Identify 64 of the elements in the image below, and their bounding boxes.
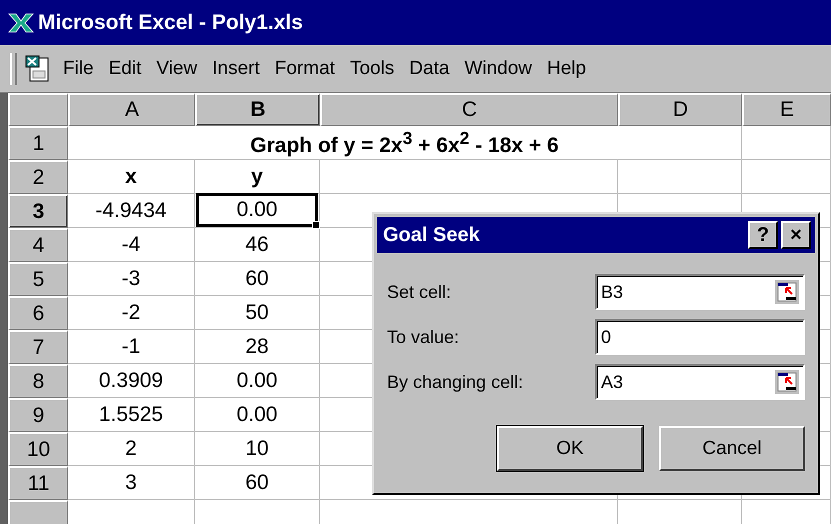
- column-header[interactable]: D: [618, 93, 742, 126]
- menu-item[interactable]: View: [156, 58, 198, 80]
- select-all-button[interactable]: [8, 93, 68, 126]
- table-cell: -4.9434: [95, 198, 167, 222]
- table-cell: 10: [245, 436, 269, 460]
- menu-item[interactable]: Window: [464, 58, 532, 80]
- toolbar-grip[interactable]: [10, 52, 17, 84]
- dialog-button[interactable]: OK: [497, 426, 643, 471]
- dialog-button[interactable]: Cancel: [659, 426, 805, 471]
- dialog-title: Goal Seek: [383, 224, 481, 246]
- table-cell: 0.3909: [98, 368, 164, 392]
- collapse-dialog-icon[interactable]: [775, 280, 799, 304]
- field-label: Set cell:: [387, 282, 452, 302]
- menu-item[interactable]: Insert: [212, 58, 260, 80]
- table-cell: -4: [122, 232, 140, 256]
- row-header[interactable]: 1: [8, 126, 68, 160]
- collapse-dialog-icon[interactable]: [775, 370, 799, 394]
- menu-item[interactable]: Help: [547, 58, 586, 80]
- close-button[interactable]: ×: [781, 221, 811, 249]
- excel-logo-icon: [8, 12, 34, 32]
- table-cell: 0.00: [196, 192, 318, 226]
- input-field[interactable]: A3: [595, 364, 805, 400]
- table-cell: 1.5525: [98, 402, 164, 426]
- column-header[interactable]: A: [68, 93, 195, 126]
- input-field[interactable]: 0: [595, 319, 805, 355]
- row-header[interactable]: 9: [8, 398, 68, 432]
- table-cell: 28: [245, 334, 269, 358]
- column-label: y: [251, 164, 263, 188]
- table-cell: -2: [122, 300, 140, 324]
- column-label: x: [125, 164, 137, 188]
- menu-item[interactable]: Format: [274, 58, 335, 80]
- menu-item[interactable]: File: [63, 58, 94, 80]
- table-cell: -3: [122, 266, 140, 290]
- field-label: To value:: [387, 326, 460, 348]
- menu-item[interactable]: Data: [409, 58, 450, 80]
- table-cell: 3: [125, 470, 137, 494]
- sheet-title: Graph of y = 2x$^{3}$ + 6x$^{2}$ - 18x + 6: [250, 128, 559, 158]
- row-header[interactable]: 10: [8, 432, 68, 466]
- row-header[interactable]: 8: [8, 364, 68, 398]
- column-header[interactable]: C: [320, 93, 618, 126]
- row-header[interactable]: 11: [8, 466, 68, 500]
- menu-item[interactable]: Tools: [350, 58, 394, 80]
- table-cell: 2: [125, 436, 137, 460]
- table-cell: -1: [122, 334, 140, 358]
- table-cell: 50: [245, 300, 269, 324]
- row-header[interactable]: 6: [8, 296, 68, 330]
- help-button[interactable]: ?: [748, 221, 778, 249]
- field-label: By changing cell:: [387, 372, 524, 392]
- input-field[interactable]: B3: [595, 274, 805, 310]
- table-cell: 46: [245, 232, 269, 256]
- row-header[interactable]: 3: [8, 194, 68, 228]
- table-cell: 60: [245, 266, 269, 290]
- column-header[interactable]: B: [195, 93, 320, 126]
- column-header[interactable]: E: [742, 93, 831, 126]
- row-header[interactable]: 2: [8, 160, 68, 194]
- table-cell: 0.00: [236, 368, 278, 392]
- row-header[interactable]: 5: [8, 262, 68, 296]
- workbook-icon[interactable]: [25, 54, 51, 82]
- row-header[interactable]: 4: [8, 228, 68, 262]
- row-header[interactable]: 7: [8, 330, 68, 364]
- table-cell: 60: [245, 470, 269, 494]
- table-cell: 0.00: [236, 402, 278, 426]
- menu-item[interactable]: Edit: [108, 58, 142, 80]
- window-title: Microsoft Excel - Poly1.xls: [38, 10, 303, 34]
